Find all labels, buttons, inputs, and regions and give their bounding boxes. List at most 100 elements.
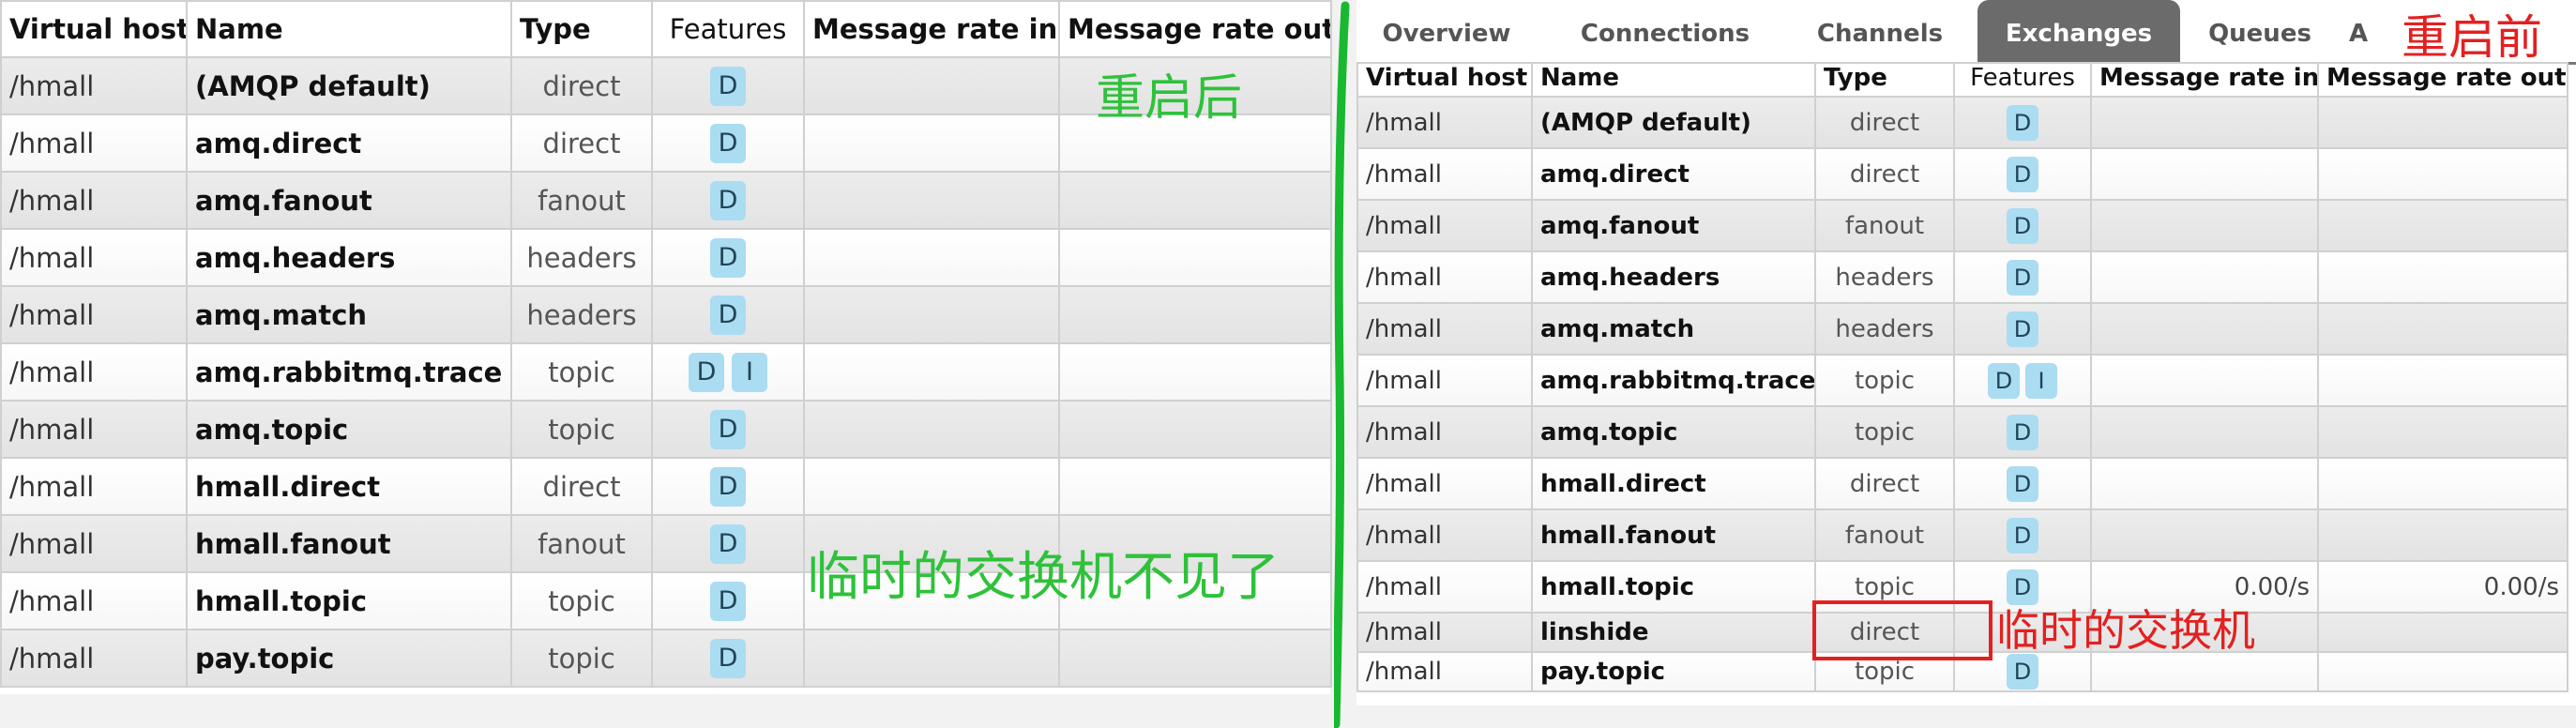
features-cell: DI <box>1953 354 2092 407</box>
durable-badge: D <box>2007 465 2038 502</box>
tab-overview[interactable]: Overview <box>1368 0 1525 62</box>
message-rate-out-cell <box>2317 405 2568 459</box>
exchange-name-link[interactable]: amq.fanout <box>186 171 512 230</box>
vhost-cell: /hmall <box>1356 354 1533 407</box>
message-rate-out-cell <box>1058 342 1332 402</box>
exchange-name-link[interactable]: linshide <box>1531 612 1816 653</box>
features-cell: D <box>651 629 805 688</box>
message-rate-in-cell <box>803 114 1060 173</box>
table-row-amq-direct: /hmall amq.direct direct D <box>1356 147 2568 201</box>
table-row-amq-topic: /hmall amq.topic topic D <box>0 400 1332 459</box>
col-features[interactable]: Features <box>1953 62 2092 98</box>
col-type[interactable]: Type <box>1814 62 1955 98</box>
exchange-name-link[interactable]: amq.headers <box>1531 250 1816 304</box>
message-rate-in-cell <box>803 56 1060 115</box>
col-name[interactable]: Name <box>186 0 512 58</box>
features-cell: D <box>1953 147 2092 201</box>
col-features[interactable]: Features <box>651 0 805 58</box>
features-cell: D <box>1953 302 2092 356</box>
col-message-rate-out[interactable]: Message rate out <box>2317 62 2568 98</box>
message-rate-out-cell <box>2317 457 2568 510</box>
exchange-name-link[interactable]: amq.topic <box>1531 405 1816 459</box>
table-row-hmall-fanout: /hmall hmall.fanout fanout D <box>1356 508 2568 562</box>
message-rate-in-cell <box>803 171 1060 230</box>
col-message-rate-in[interactable]: Message rate in <box>803 0 1060 58</box>
table-row-amq-headers: /hmall amq.headers headers D <box>0 228 1332 287</box>
table-row-amq-rabbitmq-trace: /hmall amq.rabbitmq.trace topic D I <box>0 342 1332 402</box>
vhost-cell: /hmall <box>1356 147 1533 201</box>
col-name[interactable]: Name <box>1531 62 1816 98</box>
exchange-name-link[interactable]: hmall.fanout <box>1531 508 1816 562</box>
durable-badge: D <box>710 66 746 106</box>
col-virtual-host[interactable]: Virtual host <box>1356 62 1533 98</box>
exchange-name-link[interactable]: amq.rabbitmq.trace <box>1531 354 1816 407</box>
exchange-name-link[interactable]: (AMQP default) <box>1531 96 1816 149</box>
message-rate-in-cell <box>2090 250 2319 304</box>
features-cell: D <box>651 571 805 630</box>
exchange-name-link[interactable]: hmall.topic <box>186 571 512 630</box>
exchange-name-link[interactable]: amq.match <box>1531 302 1816 356</box>
tab-admin[interactable]: A <box>2340 0 2377 62</box>
message-rate-in-cell <box>2090 96 2319 149</box>
vhost-cell: /hmall <box>0 457 188 516</box>
exchange-name-link[interactable]: amq.match <box>186 285 512 344</box>
durable-badge: D <box>710 237 746 278</box>
exchange-name-link[interactable]: amq.headers <box>186 228 512 287</box>
vhost-cell: /hmall <box>1356 560 1533 614</box>
col-message-rate-out[interactable]: Message rate out <box>1058 0 1332 58</box>
exchange-name-link[interactable]: amq.direct <box>1531 147 1816 201</box>
type-cell: fanout <box>1814 508 1955 562</box>
tab-exchanges[interactable]: Exchanges <box>1977 0 2180 62</box>
exchange-name-link[interactable]: amq.topic <box>186 400 512 459</box>
message-rate-out-cell <box>1058 171 1332 230</box>
message-rate-in-cell <box>803 285 1060 344</box>
message-rate-in-cell <box>803 400 1060 459</box>
vhost-cell: /hmall <box>1356 250 1533 304</box>
message-rate-in-cell <box>803 228 1060 287</box>
exchange-name-link[interactable]: hmall.direct <box>1531 457 1816 510</box>
exchange-name-link[interactable]: amq.rabbitmq.trace <box>186 342 512 402</box>
message-rate-in-cell <box>803 342 1060 402</box>
message-rate-out-cell: 0.00/s <box>2317 560 2568 614</box>
exchange-name-link[interactable]: pay.topic <box>1531 651 1816 692</box>
col-type[interactable]: Type <box>510 0 653 58</box>
exchange-name-link[interactable]: hmall.fanout <box>186 514 512 573</box>
table-row-amqp-default: /hmall (AMQP default) direct D <box>1356 96 2568 149</box>
vhost-cell: /hmall <box>0 114 188 173</box>
durable-badge: D <box>710 295 746 335</box>
type-cell: direct <box>510 56 653 115</box>
type-cell: headers <box>510 228 653 287</box>
type-cell: topic <box>510 571 653 630</box>
exchange-name-link[interactable]: amq.fanout <box>1531 199 1816 252</box>
tab-channels[interactable]: Channels <box>1799 0 1961 62</box>
type-cell: topic <box>1814 354 1955 407</box>
durable-badge: D <box>1988 362 2020 399</box>
tab-queues[interactable]: Queues <box>2201 0 2319 62</box>
type-cell: topic <box>510 629 653 688</box>
features-cell: D <box>651 514 805 573</box>
durable-badge: D <box>689 352 724 392</box>
exchange-name-link[interactable]: hmall.topic <box>1531 560 1816 614</box>
message-rate-in-cell <box>2090 302 2319 356</box>
table-header-row: Virtual host Name Type Features Message … <box>1356 62 2568 98</box>
temporary-exchange-gone-note: 临时的交换机不见了 <box>807 547 1280 608</box>
features-cell: D <box>651 400 805 459</box>
col-virtual-host[interactable]: Virtual host <box>0 0 188 58</box>
message-rate-out-cell <box>2317 147 2568 201</box>
type-cell: fanout <box>510 514 653 573</box>
exchange-name-link[interactable]: (AMQP default) <box>186 56 512 115</box>
message-rate-in-cell <box>2090 457 2319 510</box>
exchange-name-link[interactable]: amq.direct <box>186 114 512 173</box>
type-cell: direct <box>510 457 653 516</box>
features-cell: DI <box>651 342 805 402</box>
message-rate-out-cell <box>2317 508 2568 562</box>
tab-connections[interactable]: Connections <box>1563 0 1767 62</box>
vhost-cell: /hmall <box>0 571 188 630</box>
durable-badge: D <box>2007 104 2038 141</box>
comparison-screenshot: Virtual host Name Type Features Message … <box>0 0 2576 728</box>
durable-badge: D <box>710 638 746 678</box>
exchange-name-link[interactable]: hmall.direct <box>186 457 512 516</box>
vhost-cell: /hmall <box>0 629 188 688</box>
col-message-rate-in[interactable]: Message rate in <box>2090 62 2319 98</box>
exchange-name-link[interactable]: pay.topic <box>186 629 512 688</box>
